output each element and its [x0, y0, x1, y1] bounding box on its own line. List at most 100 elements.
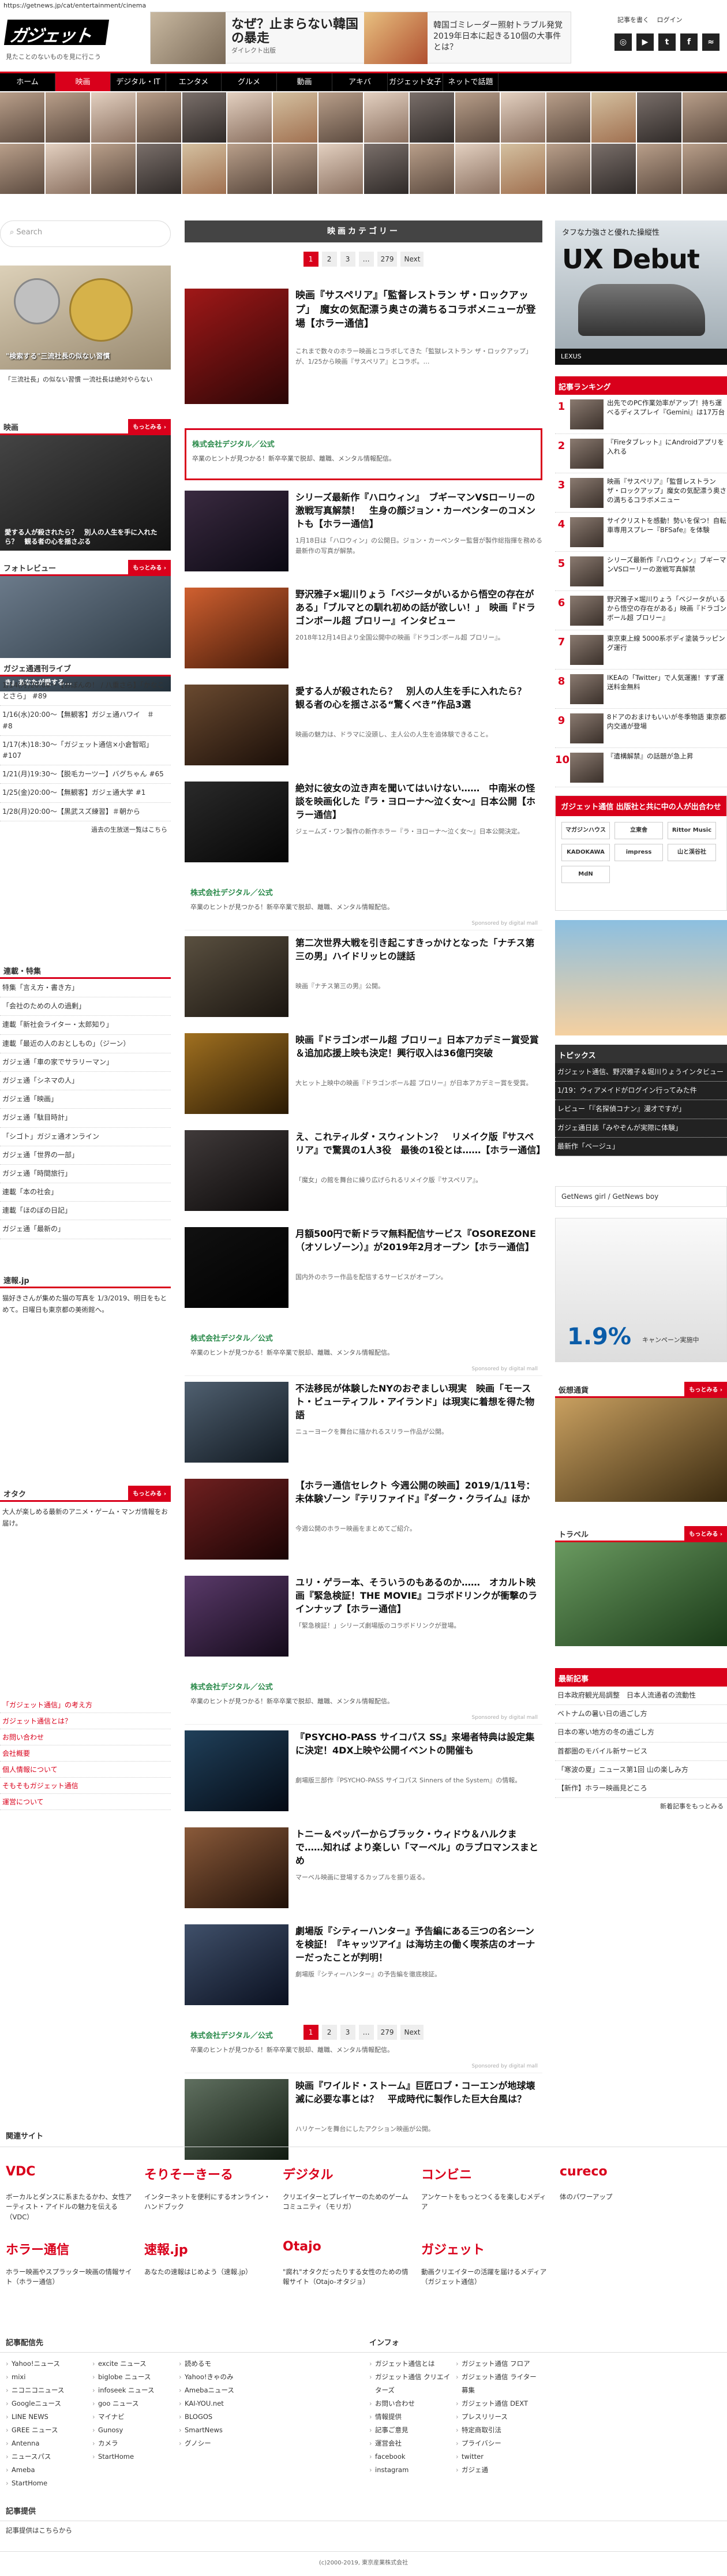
about-link[interactable]: 運営について: [0, 1794, 171, 1810]
footer-link[interactable]: Ameba: [6, 2463, 92, 2477]
celebrity-photo[interactable]: [45, 144, 90, 194]
celebrity-photo[interactable]: [364, 144, 409, 194]
footer-link[interactable]: ニュースパス: [6, 2450, 92, 2463]
celebrity-photo[interactable]: [364, 92, 409, 143]
facebook-icon[interactable]: f: [680, 33, 698, 51]
footer-link[interactable]: Gunosy: [92, 2424, 179, 2437]
live-item[interactable]: 1/25(金)20:00〜【無観客】ガジェ通大学 #1: [0, 784, 171, 803]
celebrity-photo[interactable]: [546, 144, 591, 194]
news-item[interactable]: 首都圏のモバイル新サービス: [555, 1743, 727, 1761]
footer-link[interactable]: 情報提供: [369, 2410, 456, 2424]
footer-link[interactable]: LINE NEWS: [6, 2410, 92, 2424]
celebrity-photo[interactable]: [683, 144, 727, 194]
page-link[interactable]: 2: [321, 2025, 337, 2040]
live-item[interactable]: 1/28(月)20:00〜【黒武スズ練習】＃朝から: [0, 803, 171, 821]
live-more-link[interactable]: 過去の生放送一覧はこちら: [0, 821, 171, 838]
related-site[interactable]: Otajo "腐れ"オタクだったりする女性のための情報サイト（Otajo-オタジョ…: [283, 2239, 410, 2287]
news-item[interactable]: 「寒波の夏」ニュース第1回 山の楽しみ方: [555, 1761, 727, 1779]
publisher-logo[interactable]: impress: [614, 844, 663, 861]
search-input[interactable]: ⌕ Search: [0, 220, 171, 247]
news-item[interactable]: 【新作】ホラー映画見どころ: [555, 1779, 727, 1799]
about-link[interactable]: 個人情報について: [0, 1762, 171, 1778]
footer-link[interactable]: SmartNews: [179, 2424, 265, 2437]
celebrity-photo[interactable]: [318, 92, 363, 143]
travel-image[interactable]: [555, 1542, 727, 1646]
series-item[interactable]: ガジェ通「映画」: [0, 1090, 171, 1109]
related-site[interactable]: コンビニ アンケートをもっとつくるを楽しむメディア: [421, 2164, 548, 2212]
footer-link[interactable]: ガジェット通信 DEXT: [456, 2397, 542, 2410]
related-site[interactable]: ガジェット 動画クリエイターの活躍を届けるメディア（ガジェット通信）: [421, 2239, 548, 2287]
series-item[interactable]: ガジェ通「最新の」: [0, 1220, 171, 1239]
celebrity-photo[interactable]: [591, 144, 636, 194]
ranking-item[interactable]: 2 『Fireタブレット』にAndroidアプリを入れる: [555, 434, 727, 473]
more-button[interactable]: もっとみる ›: [684, 1382, 727, 1396]
related-site[interactable]: デジタル クリエイターとプレイヤーのためのゲームコミュニティ（モリガ）: [283, 2164, 410, 2212]
footer-link[interactable]: ガジェット通信とは: [369, 2357, 456, 2371]
footer-link[interactable]: カメラ: [92, 2437, 179, 2450]
pr-box[interactable]: 株式会社デジタル／公式 卒業のヒントが見つかる！新卒卒業で脱却、離職、メンタル情…: [185, 428, 542, 480]
page-link[interactable]: 2: [321, 252, 337, 267]
celebrity-photo[interactable]: [409, 144, 454, 194]
footer-link[interactable]: StartHome: [6, 2477, 92, 2490]
footer-link[interactable]: ガジェット通信 クリエイターズ: [369, 2371, 456, 2397]
footer-link[interactable]: GREE ニュース: [6, 2424, 92, 2437]
publisher-logo[interactable]: 立東舎: [614, 822, 663, 839]
pr-box[interactable]: 株式会社デジタル／公式 卒業のヒントが見つかる！新卒卒業で脱却、離職、メンタル情報…: [185, 878, 542, 930]
footer-link[interactable]: ニコニコニュース: [6, 2384, 92, 2397]
series-item[interactable]: 連載「ほのぼの日記」: [0, 1202, 171, 1221]
article-card[interactable]: 映画『ドラゴンボール超 ブロリー』日本アカデミー賞受賞＆追加応援上映も決定！興行…: [185, 1033, 542, 1120]
ranking-item[interactable]: 8 IKEAの「Twitter」で人気運搬！すず運送料金無料: [555, 670, 727, 709]
article-card[interactable]: 月額500円で新ドラマ無料配信サービス『OSOREZONE（オソレゾーン）』が2…: [185, 1227, 542, 1314]
celebrity-photo[interactable]: [637, 92, 682, 143]
article-card[interactable]: 第二次世界大戦を引き起こすきっかけとなった「ナチス第三の男」ハイドリッヒの謎話映…: [185, 936, 542, 1023]
live-item[interactable]: 1/16(水)20:00〜【無観客】ガジェ通ハワイ ＃ #8: [0, 706, 171, 736]
nav-item[interactable]: 映画: [55, 73, 111, 91]
celebrity-photo[interactable]: [0, 144, 44, 194]
series-item[interactable]: 特集「言え方・書き方」: [0, 979, 171, 998]
page-link[interactable]: …: [358, 252, 374, 267]
celebrity-photo[interactable]: [91, 92, 136, 143]
getnews-banner[interactable]: GetNews girl / GetNews boy: [555, 1186, 727, 1207]
related-site[interactable]: そりそーきーる インターネットを便利にするオンライン・ハンドブック: [144, 2164, 271, 2212]
related-site[interactable]: cureco 体のパワーアップ: [560, 2164, 687, 2202]
nav-item[interactable]: デジタル・IT: [111, 73, 166, 91]
article-card[interactable]: 【ホラー通信セレクト 今週公開の映画】2019/1/11号：未体験ゾーン『テリフ…: [185, 1479, 542, 1565]
footer-link[interactable]: Yahoo!きゃのみ: [179, 2371, 265, 2384]
more-button[interactable]: もっとみる ›: [128, 419, 171, 433]
footer-link[interactable]: StartHome: [92, 2450, 179, 2463]
ranking-item[interactable]: 1 出先でのPC作業効率がアップ！持ち運べるディスプレイ『Gemini』は17万台: [555, 395, 727, 434]
series-item[interactable]: 「シゴト」ガジェ通オンライン: [0, 1128, 171, 1146]
right-ad[interactable]: タフな力強さと優れた操縦性 UX Debut LEXUS: [555, 220, 727, 365]
series-item[interactable]: ガジェ通「駄目時計」: [0, 1109, 171, 1128]
topic-item[interactable]: 最新作「ベージュ」: [555, 1138, 727, 1156]
about-link[interactable]: そもそもガジェット通信: [0, 1778, 171, 1794]
recruit-link[interactable]: 記事提供はこちらから: [0, 2521, 727, 2540]
celebrity-photo[interactable]: [318, 144, 363, 194]
celebrity-photo[interactable]: [455, 92, 500, 143]
news-item[interactable]: 日本政府観光局調整 日本人流通者の流動性: [555, 1687, 727, 1706]
article-card[interactable]: 野沢雅子×堀川りょう「ベジータがいるから悟空の存在がある」「ブルマとの馴れ初めの…: [185, 588, 542, 674]
news-item[interactable]: ベトナムの暑い日の過ごし方: [555, 1705, 727, 1724]
footer-link[interactable]: 運営会社: [369, 2437, 456, 2450]
pr-box[interactable]: 株式会社デジタル／公式 卒業のヒントが見つかる！新卒卒業で脱却、離職、メンタル情報…: [185, 1673, 542, 1725]
article-card[interactable]: 愛する人が殺されたら？ 別人の人生を手に入れたら？ 観る者の心を揺さぶる“驚くべ…: [185, 685, 542, 771]
celebrity-photo[interactable]: [546, 92, 591, 143]
article-card[interactable]: トニー＆ペッパーからブラック・ウィドウ＆ハルクまで……知れば より楽しい「マーベ…: [185, 1827, 542, 1914]
left-ad[interactable]: "検索する"三流社長の似ない習慣 「三流社長」の似ない習慣 一流社長は絶対やらな…: [0, 266, 171, 404]
live-item[interactable]: 1/14(月)20:00〜【おぼんの！ / 八重さら】「かなことさら」 #89: [0, 676, 171, 706]
celebrity-photo[interactable]: [227, 144, 272, 194]
rss-icon[interactable]: ≈: [702, 33, 719, 51]
publisher-logo[interactable]: Rittor Music: [668, 822, 716, 839]
page-link[interactable]: 279: [377, 252, 398, 267]
page-link[interactable]: 3: [340, 252, 355, 267]
footer-link[interactable]: BLOGOS: [179, 2410, 265, 2424]
news-item[interactable]: 日本の寒い地方の冬の過ごし方: [555, 1723, 727, 1743]
youtube-icon[interactable]: ▶: [636, 33, 654, 51]
article-card[interactable]: え、これティルダ・スウィントン？ リメイク版『サスペリア』で驚異の1人3役 最後…: [185, 1130, 545, 1217]
footer-link[interactable]: twitter: [456, 2450, 542, 2463]
ranking-item[interactable]: 6 野沢雅子×堀川りょう「ベジータがいるから悟空の存在がある」映画『ドラゴンボール…: [555, 591, 727, 630]
instagram-icon[interactable]: ◎: [614, 33, 632, 51]
celebrity-photo[interactable]: [637, 144, 682, 194]
about-link[interactable]: 会社概要: [0, 1745, 171, 1762]
page-link[interactable]: 279: [377, 2025, 398, 2040]
